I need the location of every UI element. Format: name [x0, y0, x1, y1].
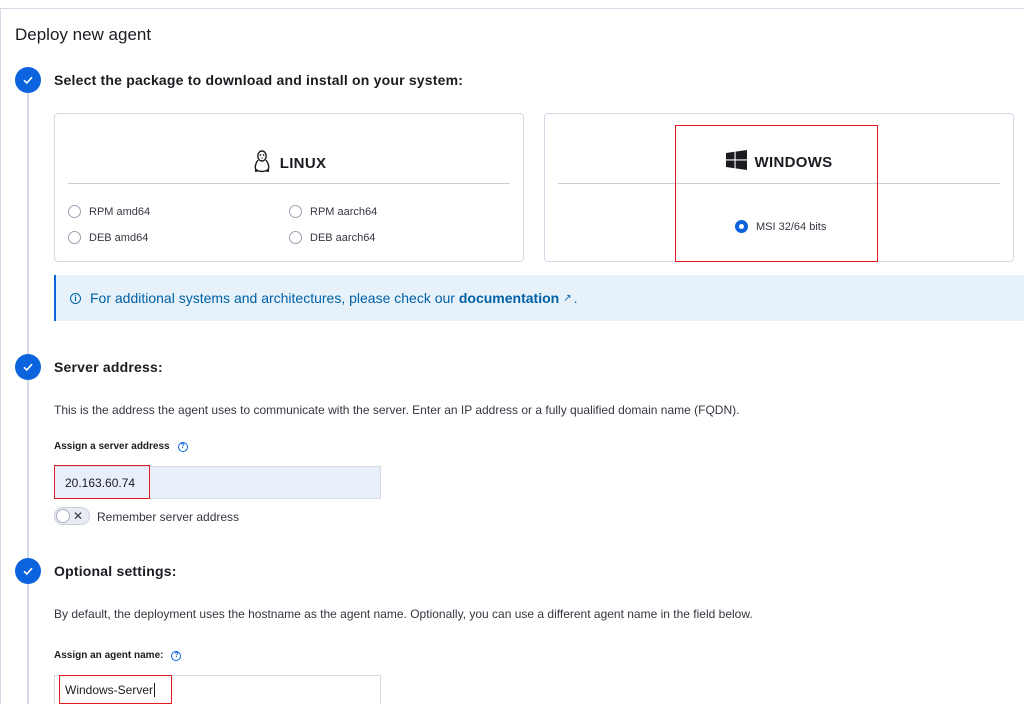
external-link-icon: ↗ — [563, 292, 572, 304]
radio-label: DEB amd64 — [89, 231, 149, 244]
radio-deb-aarch64[interactable]: DEB aarch64 — [289, 231, 375, 244]
radio-rpm-aarch64[interactable]: RPM aarch64 — [289, 205, 377, 218]
help-icon[interactable]: ? — [171, 650, 182, 661]
info-icon: i — [70, 292, 81, 304]
remember-label: Remember server address — [97, 510, 240, 524]
server-description: This is the address the agent uses to co… — [54, 403, 740, 417]
agent-label-text: Assign an agent name: — [54, 650, 164, 661]
radio-circle[interactable] — [68, 205, 81, 218]
radio-circle[interactable] — [289, 231, 302, 244]
highlight-box — [54, 465, 150, 499]
remember-toggle[interactable]: ✕ — [54, 507, 90, 525]
radio-label: RPM aarch64 — [310, 205, 378, 218]
radio-circle[interactable] — [68, 231, 81, 244]
radio-label: DEB aarch64 — [310, 231, 376, 244]
callout-text: For additional systems and architectures… — [90, 290, 455, 306]
highlight-box — [59, 675, 172, 704]
step-title-optional: Optional settings: — [54, 563, 177, 579]
agent-name-label: Assign an agent name: ? — [54, 650, 182, 661]
toggle-knob — [56, 509, 70, 523]
linux-card-title: LINUX — [279, 155, 327, 172]
server-address-label: Assign a server address ? — [54, 441, 188, 452]
card-divider — [68, 183, 510, 184]
step-complete-icon — [15, 354, 41, 380]
close-icon: ✕ — [72, 509, 83, 523]
linux-icon — [252, 150, 272, 177]
callout-end: . — [573, 290, 578, 306]
step-title-server: Server address: — [54, 359, 163, 375]
step-title-package: Select the package to download and insta… — [54, 72, 464, 88]
help-icon[interactable]: ? — [177, 441, 188, 452]
step-connector — [27, 380, 29, 558]
page-title: Deploy new agent — [15, 25, 152, 44]
step-complete-icon — [15, 67, 41, 93]
info-callout: i For additional systems and architectur… — [54, 275, 1024, 321]
documentation-link[interactable]: documentation — [459, 290, 559, 306]
radio-deb-amd64[interactable]: DEB amd64 — [68, 231, 148, 244]
linux-card: LINUX RPM amd64 RPM aarch64 DEB amd64 DE… — [54, 113, 524, 262]
step-connector — [27, 584, 29, 704]
server-label-text: Assign a server address — [54, 441, 170, 452]
linux-card-header: LINUX — [55, 150, 523, 177]
radio-rpm-amd64[interactable]: RPM amd64 — [68, 205, 150, 218]
step-connector — [27, 93, 29, 355]
highlight-box — [675, 125, 878, 262]
radio-label: RPM amd64 — [89, 205, 151, 218]
optional-description: By default, the deployment uses the host… — [54, 607, 753, 621]
step-complete-icon — [15, 558, 41, 584]
radio-circle[interactable] — [289, 205, 302, 218]
